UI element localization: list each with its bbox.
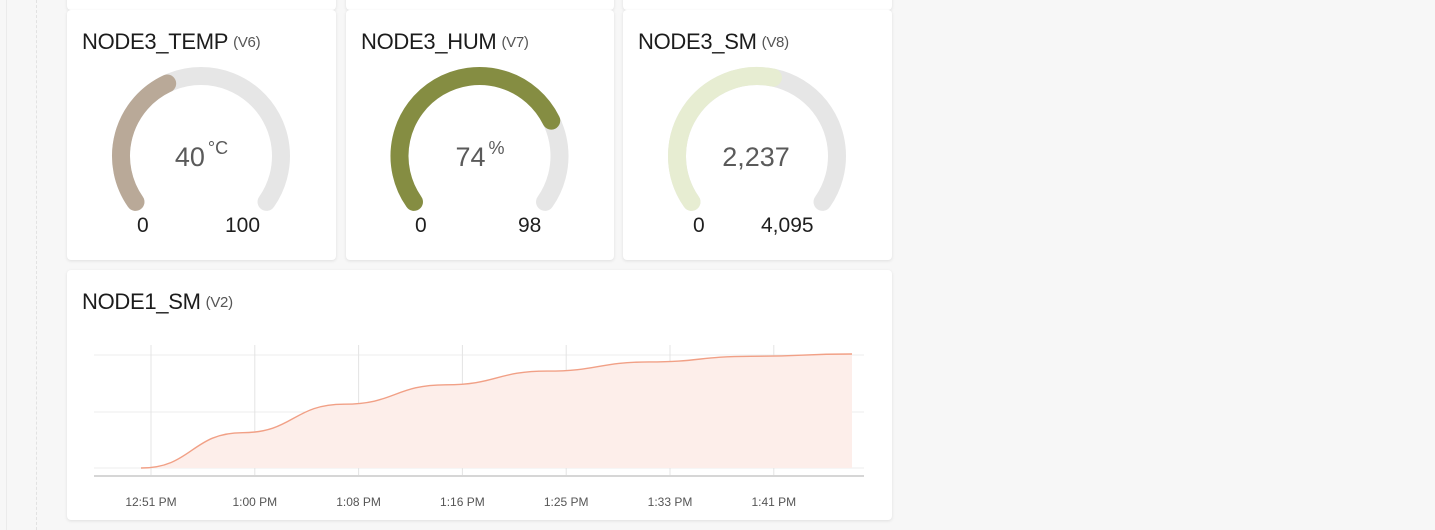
gauge-min: 0: [693, 214, 705, 237]
gauge-widget-sm[interactable]: NODE3_SM (V8) 2,237 0 4,095: [623, 10, 892, 260]
gauge-min: 0: [415, 214, 427, 237]
x-tick-label: 1:33 PM: [648, 495, 693, 509]
gauge-max: 98: [518, 214, 542, 237]
x-tick-label: 12:51 PM: [125, 495, 176, 509]
gauge-widget-temp[interactable]: NODE3_TEMP (V6) 40 °C 0 100: [67, 10, 336, 260]
widget-stub: [623, 0, 892, 10]
gauge-widget-hum[interactable]: NODE3_HUM (V7) 74% 0 98: [346, 10, 614, 260]
gauge-sm: [668, 67, 846, 211]
series-area: [141, 354, 852, 468]
gauge-min: 0: [137, 214, 149, 237]
left-rail: [0, 0, 7, 530]
gauge-value: 2,237: [722, 142, 790, 172]
grid-guide-line: [36, 0, 37, 530]
x-tick-label: 1:25 PM: [544, 495, 589, 509]
x-tick-label: 1:41 PM: [751, 495, 796, 509]
widget-stub: [346, 0, 614, 10]
gauge-max: 4,095: [761, 214, 814, 237]
node1-sm-chart: 12:51 PM 1:00 PM 1:08 PM 1:16 PM 1:25 PM 1:33…: [94, 345, 864, 509]
x-tick-label: 1:00 PM: [232, 495, 277, 509]
gauge-hum: [390, 67, 569, 211]
gauge-max: 100: [225, 214, 261, 237]
widget-stub: [67, 0, 336, 10]
chart-widget-node1-sm[interactable]: NODE1_SM (V2) 12:51 PM 1:00 PM 1:08 PM 1:16 …: [67, 270, 892, 520]
gauge-value: 74%: [455, 138, 505, 172]
gauge-temp: [112, 67, 290, 211]
gauge-value: 40 °C: [174, 138, 229, 172]
x-tick-label: 1:16 PM: [440, 495, 485, 509]
x-tick-label: 1:08 PM: [336, 495, 381, 509]
